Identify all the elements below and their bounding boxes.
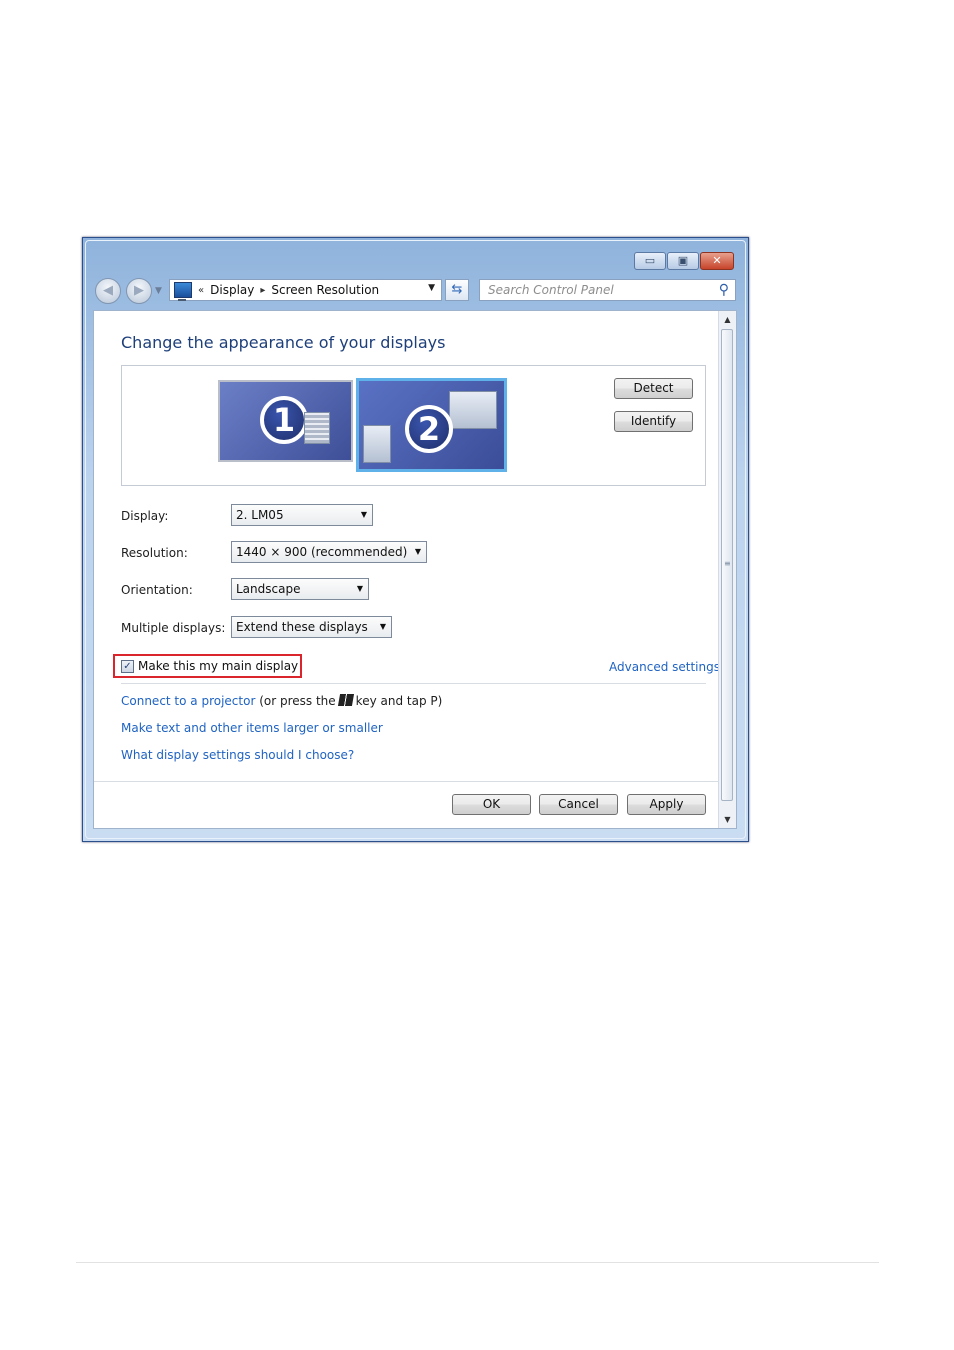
search-input[interactable]: Search Control Panel ⚲ [479, 279, 736, 301]
breadcrumb-separator-icon[interactable]: ▸ [260, 285, 265, 296]
chevron-down-icon: ▼ [360, 510, 367, 519]
search-icon[interactable]: ⚲ [719, 280, 729, 300]
maximize-button[interactable]: ▣ [667, 252, 699, 270]
content-pane: Change the appearance of your displays 1… [93, 310, 737, 829]
history-dropdown-icon[interactable]: ▼ [155, 286, 162, 296]
address-bar[interactable]: « Display ▸ Screen Resolution ▼ [169, 279, 442, 301]
multiple-displays-select[interactable]: Extend these displays ▼ [231, 616, 392, 638]
refresh-icon: ⇆ [451, 282, 463, 297]
chevron-down-icon: ▼ [356, 584, 363, 593]
multiple-displays-select-value: Extend these displays [236, 620, 368, 634]
multiple-displays-label: Multiple displays: [121, 621, 226, 635]
apply-button[interactable]: Apply [627, 794, 706, 815]
monitor-1-window-icon [304, 412, 330, 444]
main-display-checkbox[interactable]: ✓ [121, 660, 134, 673]
monitor-number-2: 2 [405, 405, 453, 453]
advanced-settings-link[interactable]: Advanced settings [609, 660, 720, 674]
breadcrumb-display[interactable]: Display [210, 283, 254, 297]
address-overflow-icon[interactable]: « [198, 285, 204, 296]
ok-button[interactable]: OK [452, 794, 531, 815]
orientation-select-value: Landscape [236, 582, 301, 596]
monitor-2[interactable]: 2 [356, 378, 507, 472]
screen-resolution-window: ▭ ▣ ✕ ◀ ▶ ▼ « Display ▸ Screen Resolutio… [82, 237, 749, 842]
section-divider [121, 683, 706, 684]
back-arrow-icon: ◀ [103, 283, 113, 298]
display-label: Display: [121, 509, 169, 523]
detect-button[interactable]: Detect [614, 378, 693, 399]
resolution-label: Resolution: [121, 546, 188, 560]
monitor-2-sidebar-icon [363, 425, 391, 463]
monitor-2-window-icon [449, 391, 497, 429]
address-dropdown-icon[interactable]: ▼ [428, 283, 435, 293]
control-panel-display-icon [174, 282, 192, 301]
footer-divider [94, 781, 720, 782]
resolution-select[interactable]: 1440 × 900 (recommended) ▼ [231, 541, 427, 563]
display-select[interactable]: 2. LM05 ▼ [231, 504, 373, 526]
refresh-button[interactable]: ⇆ [445, 279, 469, 301]
back-button[interactable]: ◀ [95, 278, 121, 304]
main-display-checkbox-label[interactable]: Make this my main display [138, 659, 298, 673]
caption-buttons: ▭ ▣ ✕ [633, 252, 734, 270]
display-select-value: 2. LM05 [236, 508, 284, 522]
text-size-link[interactable]: Make text and other items larger or smal… [121, 721, 383, 735]
connect-projector-link[interactable]: Connect to a projector [121, 694, 255, 708]
chevron-down-icon: ▼ [414, 547, 421, 556]
display-help-link[interactable]: What display settings should I choose? [121, 748, 354, 762]
projector-hint-before: (or press the [259, 694, 336, 708]
orientation-select[interactable]: Landscape ▼ [231, 578, 369, 600]
vertical-scrollbar[interactable]: ▲ ≡ ▼ [718, 311, 736, 828]
breadcrumb-screen-resolution[interactable]: Screen Resolution [271, 283, 379, 297]
minimize-button[interactable]: ▭ [634, 252, 666, 270]
identify-button[interactable]: Identify [614, 411, 693, 432]
page-title: Change the appearance of your displays [121, 333, 446, 352]
monitor-1[interactable]: 1 [218, 380, 353, 462]
close-icon: ✕ [712, 254, 722, 267]
close-button[interactable]: ✕ [700, 252, 734, 270]
checkmark-icon: ✓ [123, 661, 132, 672]
display-preview: 1 2 Detect Identify [121, 365, 706, 486]
forward-button[interactable]: ▶ [126, 278, 152, 304]
resolution-select-value: 1440 × 900 (recommended) [236, 545, 408, 559]
scroll-thumb[interactable]: ≡ [721, 329, 733, 801]
search-placeholder: Search Control Panel [488, 283, 614, 297]
page-footer-rule [76, 1262, 879, 1263]
forward-arrow-icon: ▶ [134, 283, 144, 298]
orientation-label: Orientation: [121, 583, 193, 597]
maximize-icon: ▣ [677, 254, 689, 267]
projector-line: Connect to a projector (or press the key … [121, 694, 442, 708]
navigation-bar: ◀ ▶ ▼ « Display ▸ Screen Resolution ▼ ⇆ … [95, 278, 736, 304]
scroll-grip-icon: ≡ [724, 559, 731, 568]
cancel-button[interactable]: Cancel [539, 794, 618, 815]
scroll-down-icon[interactable]: ▼ [719, 815, 736, 824]
minimize-icon: ▭ [644, 254, 656, 267]
chevron-down-icon: ▼ [379, 622, 386, 631]
projector-hint-after: key and tap P) [355, 694, 443, 708]
windows-key-icon [337, 694, 354, 706]
scroll-up-icon[interactable]: ▲ [719, 315, 736, 324]
monitor-number-1: 1 [260, 396, 308, 444]
